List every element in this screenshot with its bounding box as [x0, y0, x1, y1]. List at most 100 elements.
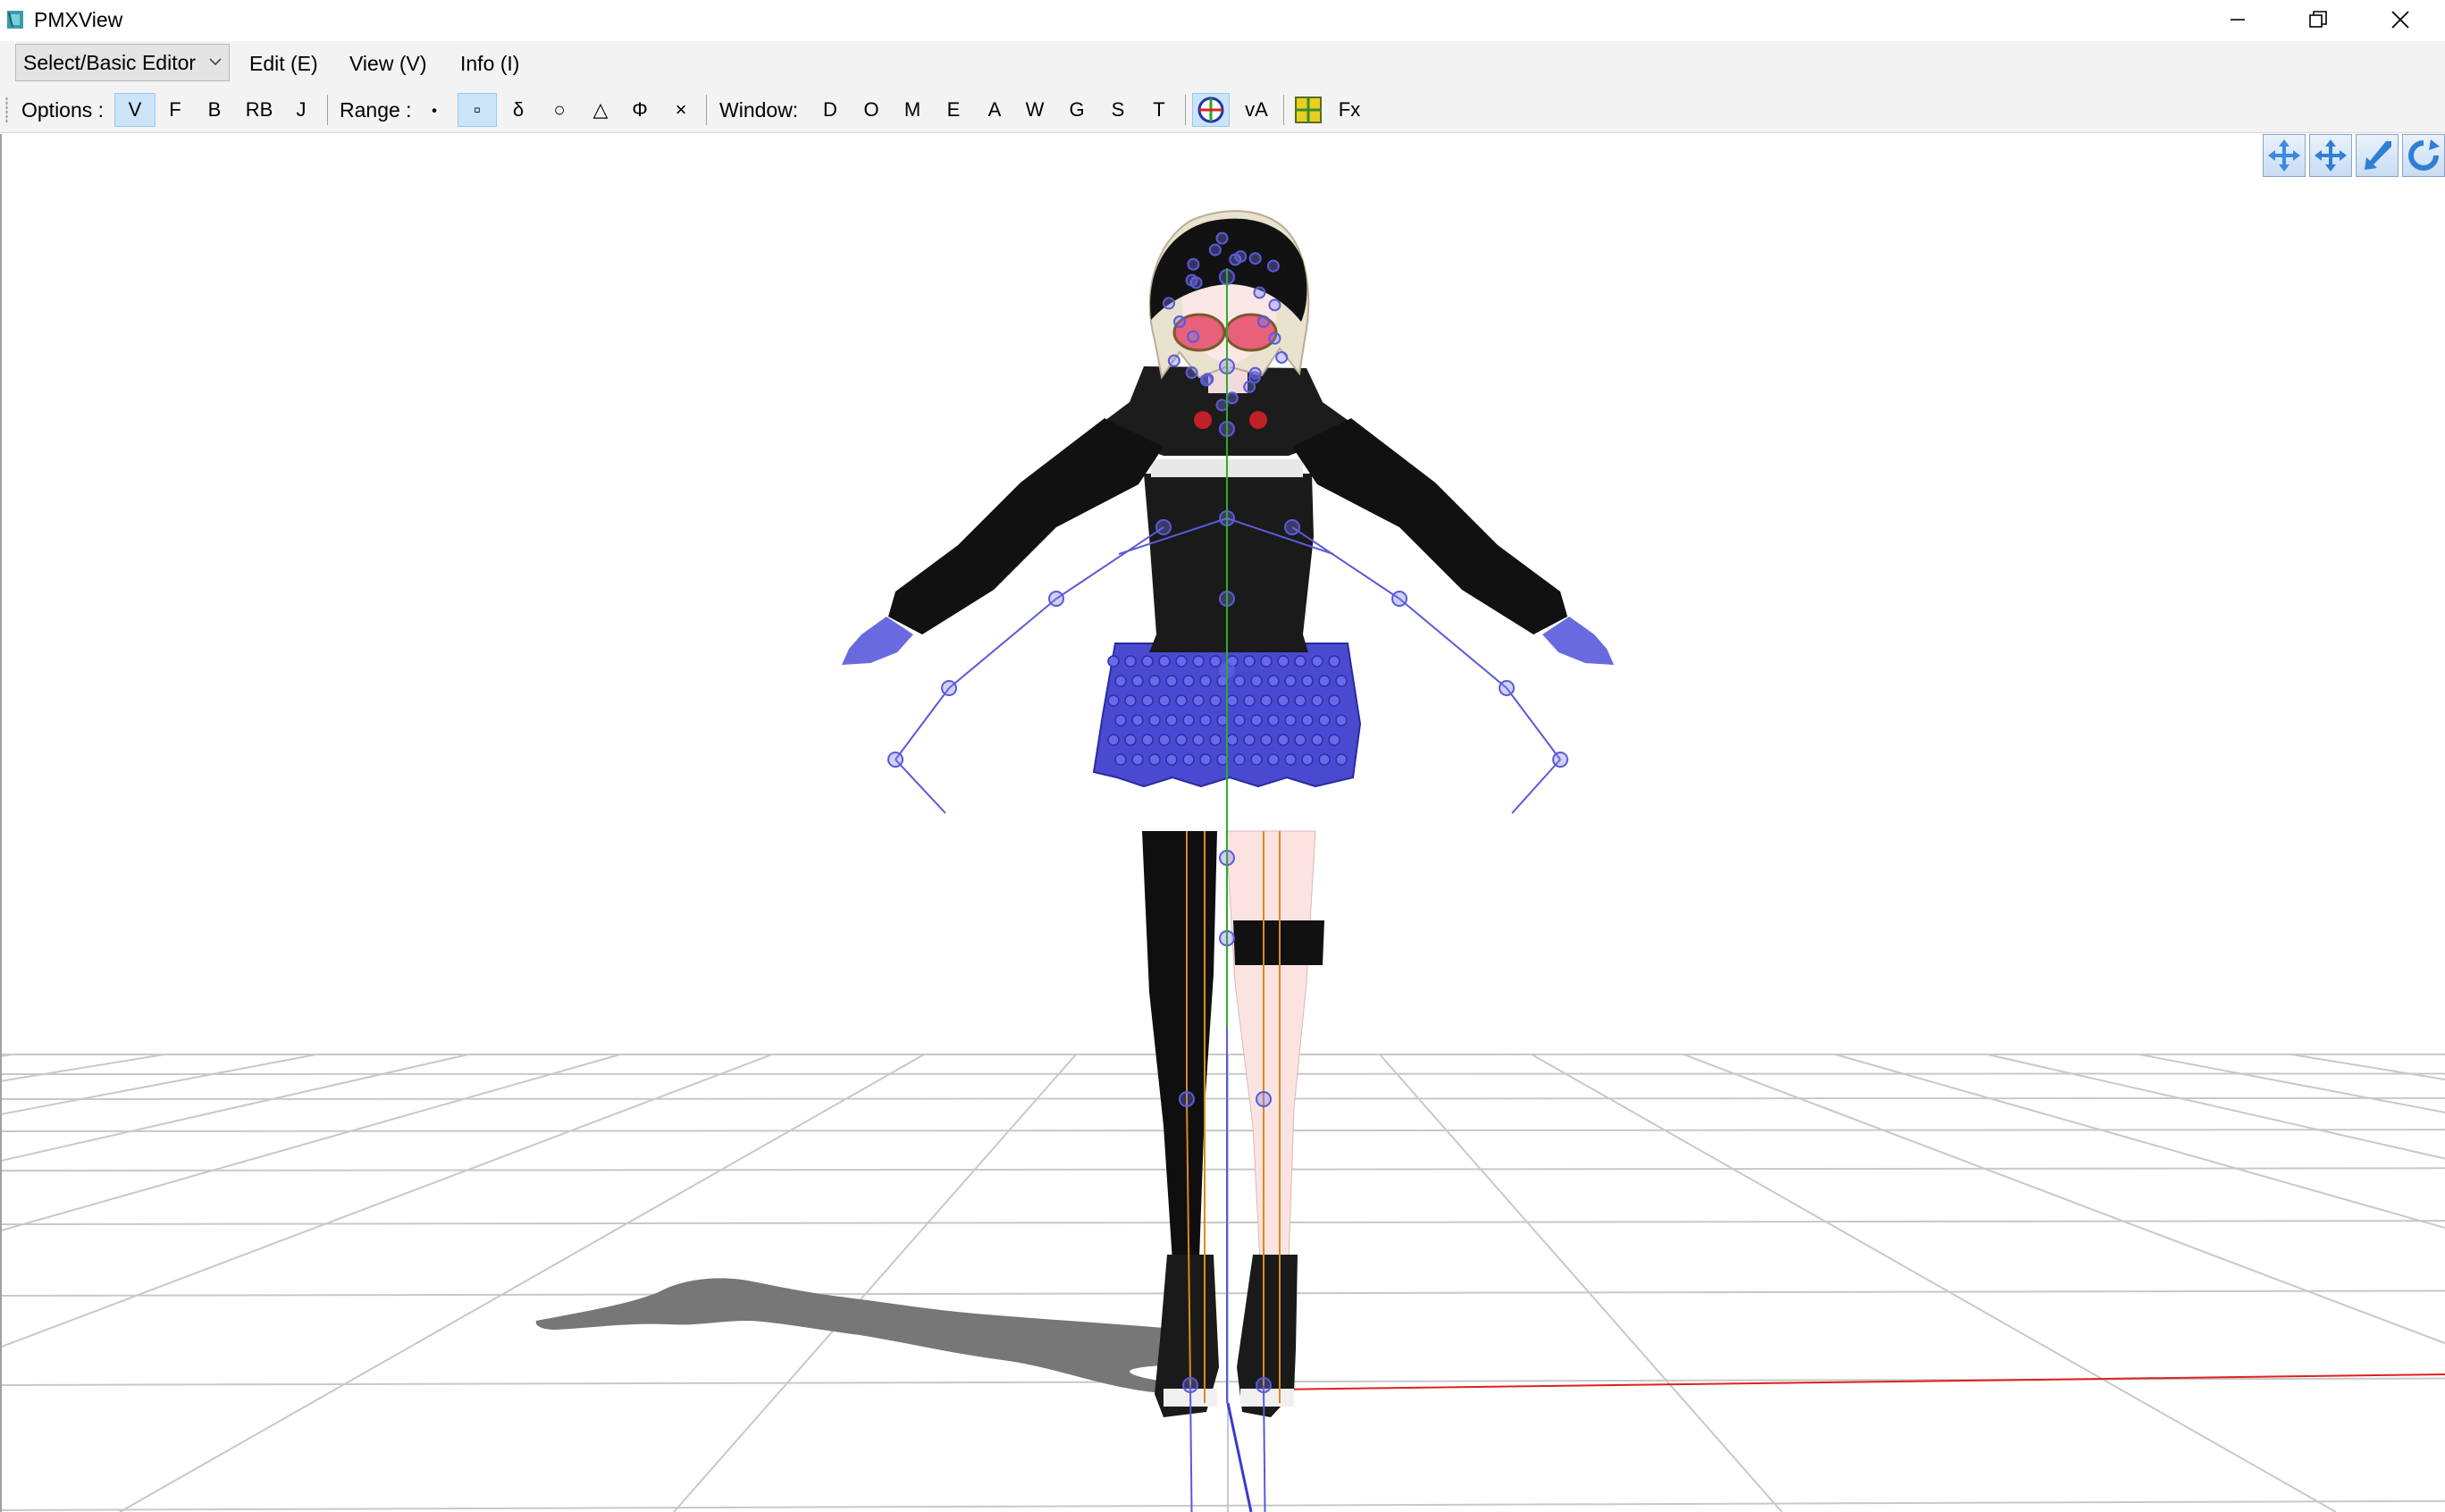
move-xz-icon — [2315, 139, 2347, 172]
menu-info[interactable]: Info (I) — [460, 52, 519, 76]
skirt-bone-marker — [1335, 714, 1348, 727]
hoodie-body — [1144, 474, 1314, 652]
skirt-bone-marker — [1124, 734, 1137, 746]
window-m-button[interactable]: M — [897, 93, 928, 127]
grid-column-line — [1835, 1054, 2445, 1230]
minimize-button[interactable] — [2197, 0, 2279, 39]
restore-button[interactable] — [2277, 0, 2359, 39]
bone-joint — [1284, 519, 1300, 535]
skirt-bone-marker — [1148, 753, 1161, 766]
menu-view[interactable]: View (V) — [349, 52, 427, 76]
skirt-bone-marker — [1233, 753, 1246, 766]
window-s-button[interactable]: S — [1103, 93, 1133, 127]
zoom-button[interactable] — [2356, 134, 2399, 177]
skirt-bone-marker — [1318, 675, 1331, 687]
head-bone-joint — [1215, 231, 1229, 245]
grid-row-line — [2, 1129, 2445, 1132]
scene-canvas[interactable] — [2, 134, 2445, 1512]
skirt-bone-marker — [1192, 694, 1205, 707]
skirt-bone-marker — [1175, 694, 1188, 707]
mode-select-value: Select/Basic Editor — [23, 50, 197, 74]
range-lasso-button[interactable]: δ — [502, 93, 534, 127]
grid-column-line — [2290, 1054, 2445, 1080]
bone-joint — [1499, 680, 1515, 696]
grid-row-line — [2, 1220, 2445, 1225]
rotate-button[interactable] — [2402, 134, 2445, 177]
window-g-button[interactable]: G — [1062, 93, 1092, 127]
close-button[interactable] — [2359, 0, 2441, 39]
3d-viewport[interactable] — [0, 134, 2445, 1512]
option-rb-button[interactable]: RB — [239, 93, 279, 127]
range-clear-button[interactable]: × — [665, 93, 697, 127]
head-bone-joint — [1268, 332, 1281, 345]
range-circle-button[interactable]: ○ — [543, 93, 576, 127]
arm-left — [888, 418, 1164, 634]
head-bone-joint — [1248, 252, 1262, 265]
axis-gizmo-button[interactable] — [1192, 93, 1230, 127]
title-bar: PMXView — [0, 0, 2445, 39]
close-icon — [2391, 11, 2409, 29]
skirt-bone-marker — [1294, 694, 1307, 707]
grid-view-button[interactable] — [1290, 93, 1326, 127]
menu-edit[interactable]: Edit (E) — [249, 52, 318, 76]
mode-select[interactable]: Select/Basic Editor — [15, 44, 230, 81]
skirt-bone-marker — [1284, 675, 1297, 687]
bone-line — [895, 759, 946, 814]
skirt-bone-marker — [1107, 655, 1120, 668]
skirt-bone-marker — [1131, 675, 1144, 687]
skirt-bone-marker — [1124, 655, 1137, 668]
pan-xz-button[interactable] — [2309, 134, 2352, 177]
head-bone-joint — [1201, 373, 1214, 386]
toolbar-grip[interactable] — [5, 97, 8, 123]
option-v-button[interactable]: V — [114, 93, 155, 127]
skirt-bone-marker — [1260, 694, 1273, 707]
head-bone-joint — [1257, 315, 1270, 328]
skirt-bone-marker — [1277, 694, 1290, 707]
window-w-button[interactable]: W — [1020, 93, 1050, 127]
chevron-down-icon — [209, 58, 222, 66]
skirt-bone-marker — [1311, 734, 1323, 746]
option-f-button[interactable]: F — [159, 93, 191, 127]
eye-right — [1249, 411, 1267, 429]
pan-xy-button[interactable] — [2263, 134, 2306, 177]
head-bone-joint — [1208, 243, 1222, 256]
fx-button[interactable]: Fx — [1332, 93, 1367, 127]
options-label: Options : — [21, 98, 105, 122]
head-bone-joint — [1234, 250, 1248, 264]
window-o-button[interactable]: O — [856, 93, 886, 127]
leg-black-stocking — [1142, 831, 1217, 1262]
bone-line — [1055, 526, 1164, 600]
rotate-icon — [2408, 139, 2440, 171]
bone-joint — [941, 680, 957, 696]
window-t-button[interactable]: T — [1144, 93, 1174, 127]
skirt-bone-marker — [1158, 694, 1171, 707]
va-button[interactable]: vA — [1237, 93, 1276, 127]
skirt-bone-marker — [1148, 675, 1161, 687]
skirt-bone-marker — [1243, 694, 1256, 707]
grid-row-line — [2, 1167, 2445, 1172]
head-bone-joint — [1275, 350, 1289, 364]
range-rect-button[interactable]: ▫ — [458, 93, 497, 127]
arm-right — [1292, 418, 1567, 634]
range-phi-button[interactable]: Φ — [624, 93, 656, 127]
window-d-button[interactable]: D — [815, 93, 845, 127]
skirt-bone-marker — [1114, 675, 1127, 687]
head-bone-joint — [1225, 391, 1239, 405]
skirt-bone-marker — [1158, 734, 1171, 746]
z-axis-line — [1226, 1402, 1253, 1512]
grid-column-line — [1379, 1054, 1783, 1512]
grid-column-line — [2, 1054, 165, 1082]
range-label: Range : — [340, 98, 412, 122]
option-j-button[interactable]: J — [286, 93, 316, 127]
option-b-button[interactable]: B — [198, 93, 231, 127]
range-point-button[interactable]: ・ — [418, 93, 450, 127]
skirt-bone-marker — [1182, 753, 1195, 766]
bone-line — [1511, 759, 1561, 814]
range-triangle-button[interactable]: △ — [584, 93, 617, 127]
window-a-button[interactable]: A — [979, 93, 1010, 127]
window-e-button[interactable]: E — [938, 93, 969, 127]
restore-icon — [2309, 11, 2327, 28]
head-bone-joint — [1243, 380, 1256, 393]
grid-row-line — [2, 1289, 2445, 1297]
skirt-bone-marker — [1226, 694, 1239, 707]
